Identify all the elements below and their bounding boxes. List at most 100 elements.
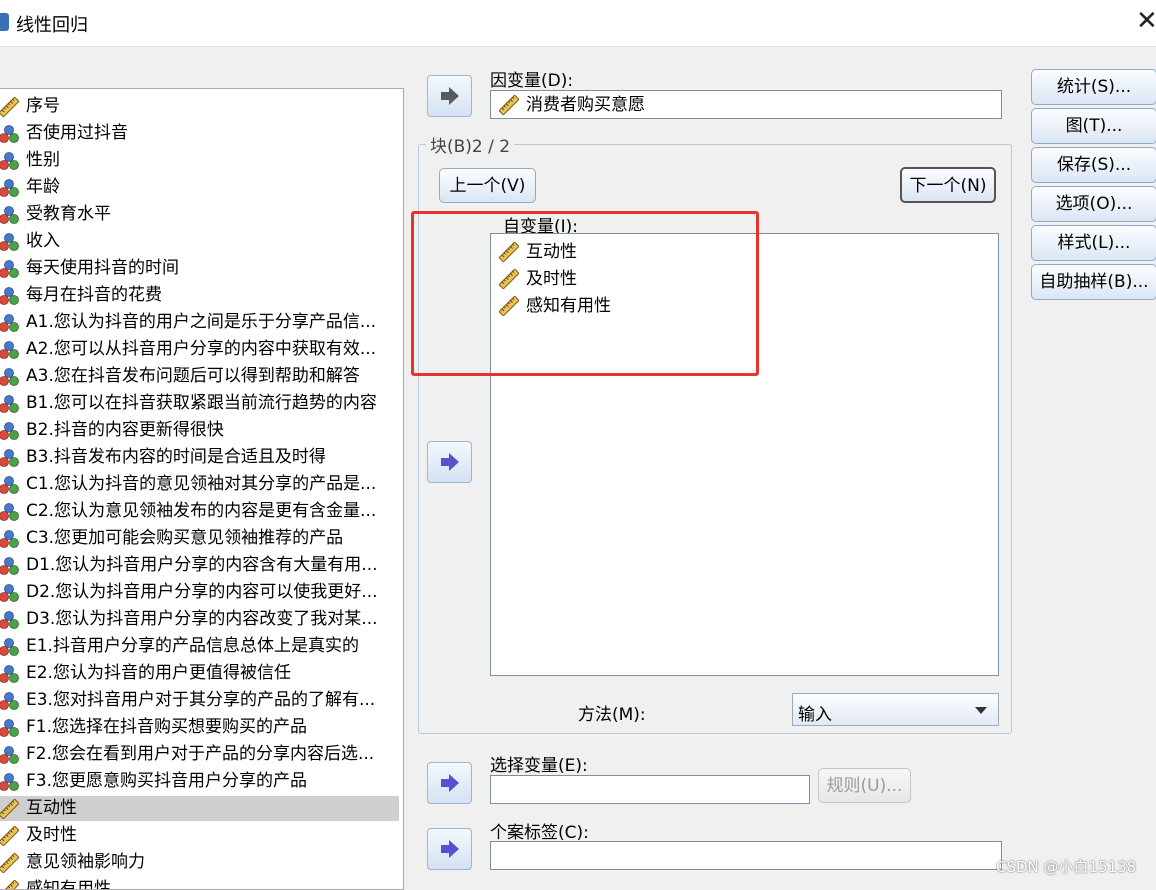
nominal-icon xyxy=(0,529,19,549)
annotation-highlight-box xyxy=(411,211,759,376)
right-arrow-icon xyxy=(441,87,459,105)
dependent-label: 因变量(D): xyxy=(490,71,574,91)
variable-label: D3.您认为抖音用户分享的内容改变了我对某... xyxy=(26,609,378,629)
variable-label: F3.您更愿意购买抖音用户分享的产品 xyxy=(26,771,307,791)
variable-label: A1.您认为抖音的用户之间是乐于分享产品信... xyxy=(26,312,377,332)
bootstrap-button[interactable]: 自助抽样(B)... xyxy=(1031,264,1156,300)
nominal-icon xyxy=(0,691,19,711)
variable-label: 否使用过抖音 xyxy=(26,123,128,143)
next-block-button[interactable]: 下一个(N) xyxy=(900,167,996,203)
variable-list-item[interactable]: 每月在抖音的花费 xyxy=(0,283,399,308)
variable-list-item[interactable]: 性别 xyxy=(0,148,399,173)
nominal-icon xyxy=(0,151,19,171)
right-arrow-icon xyxy=(441,453,459,471)
variable-list-item[interactable]: 意见领袖影响力 xyxy=(0,850,399,875)
variable-list-item[interactable]: 互动性 xyxy=(0,796,399,821)
variable-label: F2.您会在看到用户对于产品的分享内容后选... xyxy=(26,744,375,764)
variable-list[interactable]: 序号否使用过抖音性别年龄受教育水平收入每天使用抖音的时间每月在抖音的花费 A1.您… xyxy=(0,88,404,890)
variable-list-item[interactable]: D1.您认为抖音用户分享的内容含有大量有用... xyxy=(0,553,399,578)
nominal-icon xyxy=(0,448,19,468)
nominal-icon xyxy=(0,583,19,603)
variable-list-item[interactable]: A1.您认为抖音的用户之间是乐于分享产品信... xyxy=(0,310,399,335)
selection-field[interactable] xyxy=(490,775,810,804)
nominal-icon xyxy=(0,259,19,279)
variable-label: 年龄 xyxy=(26,177,60,197)
ruler-icon xyxy=(498,94,520,116)
dependent-value: 消费者购买意愿 xyxy=(526,95,645,115)
variable-list-item[interactable]: 收入 xyxy=(0,229,399,254)
variable-list-item[interactable]: E1.抖音用户分享的产品信息总体上是真实的 xyxy=(0,634,399,659)
case-label-field[interactable] xyxy=(490,841,1002,870)
variable-list-item[interactable]: C1.您认为抖音的意见领袖对其分享的产品是... xyxy=(0,472,399,497)
variable-label: E3.您对抖音用户对于其分享的产品的了解有... xyxy=(26,690,376,710)
variable-list-item[interactable]: D2.您认为抖音用户分享的内容可以使我更好... xyxy=(0,580,399,605)
variable-list-item[interactable]: C3.您更加可能会购买意见领袖推荐的产品 xyxy=(0,526,399,551)
variable-list-item[interactable]: B3.抖音发布内容的时间是合适且及时得 xyxy=(0,445,399,470)
variable-list-item[interactable]: C2.您认为意见领袖发布的内容是更有含金量... xyxy=(0,499,399,524)
variable-label: 收入 xyxy=(26,231,60,251)
variable-list-item[interactable]: E3.您对抖音用户对于其分享的产品的了解有... xyxy=(0,688,399,713)
nominal-icon xyxy=(0,205,19,225)
chevron-down-icon xyxy=(975,707,987,714)
statistics-button[interactable]: 统计(S)... xyxy=(1031,69,1156,105)
move-to-selection-button[interactable] xyxy=(427,762,472,804)
plots-button[interactable]: 图(T)... xyxy=(1031,108,1156,144)
nominal-icon xyxy=(0,367,19,387)
variable-label: C2.您认为意见领袖发布的内容是更有含金量... xyxy=(26,501,377,521)
variable-list-item[interactable]: 年龄 xyxy=(0,175,399,200)
variable-list-item[interactable]: E2.您认为抖音的用户更值得被信任 xyxy=(0,661,399,686)
nominal-icon xyxy=(0,718,19,738)
nominal-icon xyxy=(0,502,19,522)
variable-label: D1.您认为抖音用户分享的内容含有大量有用... xyxy=(26,555,378,575)
variable-list-item[interactable]: B2.抖音的内容更新得很快 xyxy=(0,418,399,443)
nominal-icon xyxy=(0,340,19,360)
variable-list-item[interactable]: 及时性 xyxy=(0,823,399,848)
move-to-case-label-button[interactable] xyxy=(427,828,472,870)
variable-label: A3.您在抖音发布问题后可以得到帮助和解答 xyxy=(26,366,360,386)
variable-list-item[interactable]: D3.您认为抖音用户分享的内容改变了我对某... xyxy=(0,607,399,632)
nominal-icon xyxy=(0,178,19,198)
method-select[interactable]: 输入 xyxy=(792,693,999,726)
variable-label: 及时性 xyxy=(26,825,77,845)
variable-list-item[interactable]: 每天使用抖音的时间 xyxy=(0,256,399,281)
nominal-icon xyxy=(0,664,19,684)
variable-list-item[interactable]: A3.您在抖音发布问题后可以得到帮助和解答 xyxy=(0,364,399,389)
window-title: 线性回归 xyxy=(16,15,88,36)
nominal-icon xyxy=(0,745,19,765)
options-button[interactable]: 选项(O)... xyxy=(1031,186,1156,222)
variable-list-item[interactable]: F2.您会在看到用户对于产品的分享内容后选... xyxy=(0,742,399,767)
dependent-field[interactable]: 消费者购买意愿 xyxy=(490,90,1002,119)
variable-list-item[interactable]: B1.您可以在抖音获取紧跟当前流行趋势的内容 xyxy=(0,391,399,416)
variable-list-item[interactable]: 序号 xyxy=(0,94,399,119)
save-button[interactable]: 保存(S)... xyxy=(1031,147,1156,183)
variable-label: 受教育水平 xyxy=(26,204,111,224)
nominal-icon xyxy=(0,394,19,414)
move-to-dependent-button[interactable] xyxy=(427,75,472,117)
variable-label: B2.抖音的内容更新得很快 xyxy=(26,420,224,440)
right-arrow-icon xyxy=(441,840,459,858)
previous-block-button[interactable]: 上一个(V) xyxy=(439,168,536,203)
nominal-icon xyxy=(0,610,19,630)
variable-label: 互动性 xyxy=(26,798,77,818)
nominal-icon xyxy=(0,475,19,495)
variable-list-item[interactable]: 感知有用性 xyxy=(0,877,399,889)
variable-list-item[interactable]: F1.您选择在抖音购买想要购买的产品 xyxy=(0,715,399,740)
close-icon[interactable]: ✕ xyxy=(1136,6,1156,36)
variable-label: 意见领袖影响力 xyxy=(26,852,145,872)
move-to-independent-button[interactable] xyxy=(427,441,472,483)
variable-label: D2.您认为抖音用户分享的内容可以使我更好... xyxy=(26,582,378,602)
variable-label: E1.抖音用户分享的产品信息总体上是真实的 xyxy=(26,636,359,656)
watermark: CSDN @小白15138 xyxy=(996,858,1137,876)
nominal-icon xyxy=(0,556,19,576)
ruler-icon xyxy=(0,852,20,874)
variable-list-item[interactable]: 否使用过抖音 xyxy=(0,121,399,146)
style-button[interactable]: 样式(L)... xyxy=(1031,225,1156,261)
ruler-icon xyxy=(0,798,20,820)
variable-list-item[interactable]: F3.您更愿意购买抖音用户分享的产品 xyxy=(0,769,399,794)
variable-list-item[interactable]: 受教育水平 xyxy=(0,202,399,227)
nominal-icon xyxy=(0,286,19,306)
variable-label: 每月在抖音的花费 xyxy=(26,285,162,305)
block-legend: 块(B)2 / 2 xyxy=(426,132,515,157)
rule-button[interactable]: 规则(U)... xyxy=(818,768,911,803)
variable-list-item[interactable]: A2.您可以从抖音用户分享的内容中获取有效... xyxy=(0,337,399,362)
